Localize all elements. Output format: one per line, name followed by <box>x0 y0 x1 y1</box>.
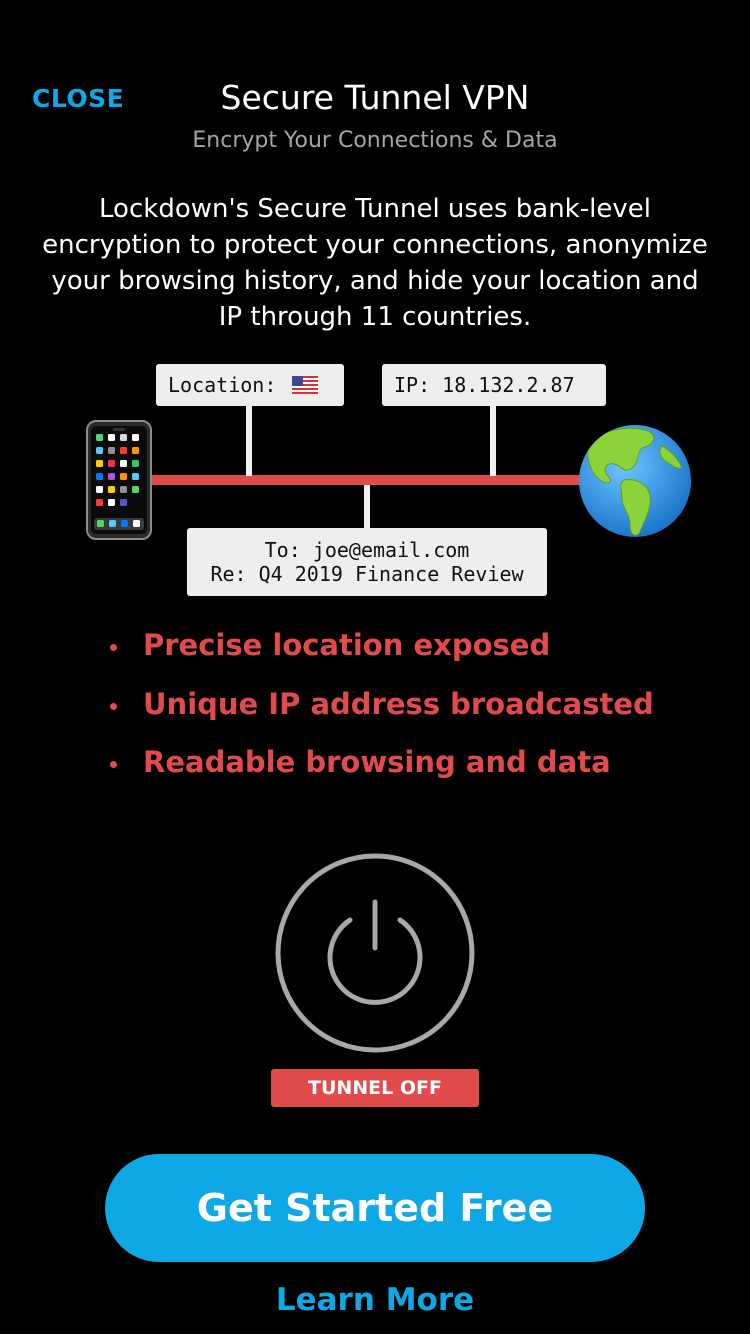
email-label-box: To: joe@email.com Re: Q4 2019 Finance Re… <box>187 528 547 596</box>
ip-connector <box>490 404 496 476</box>
risk-item: Readable browsing and data <box>108 745 654 804</box>
email-connector <box>364 485 370 529</box>
email-subject: Re: Q4 2019 Finance Review <box>210 562 524 586</box>
page-subtitle: Encrypt Your Connections & Data <box>192 128 558 153</box>
exposed-connection-line <box>150 475 585 485</box>
risk-list: Precise location exposed Unique IP addre… <box>108 628 654 804</box>
smartphone-icon <box>86 420 152 544</box>
location-label: Location: <box>168 373 277 397</box>
bullet-dot <box>110 644 117 651</box>
learn-more-link[interactable]: Learn More <box>0 1282 750 1318</box>
page-title: Secure Tunnel VPN <box>220 78 530 117</box>
tunnel-diagram: Location: IP: 18.132.2.87 To: joe@email.… <box>0 360 750 610</box>
bullet-dot <box>110 702 117 710</box>
bullet-dot <box>110 761 117 768</box>
risk-text: Precise location exposed <box>143 628 551 662</box>
tunnel-status-badge: TUNNEL OFF <box>271 1069 479 1107</box>
email-to: To: joe@email.com <box>264 538 470 562</box>
get-started-button[interactable]: Get Started Free <box>105 1154 645 1262</box>
risk-text: Unique IP address broadcasted <box>143 686 654 721</box>
ip-label-box: IP: 18.132.2.87 <box>382 364 606 406</box>
risk-item: Precise location exposed <box>108 628 654 687</box>
ip-label: IP: 18.132.2.87 <box>394 373 575 397</box>
globe-icon <box>578 424 692 542</box>
risk-text: Readable browsing and data <box>143 745 611 779</box>
risk-item: Unique IP address broadcasted <box>108 687 654 746</box>
us-flag-icon <box>292 366 319 408</box>
location-connector <box>246 404 252 476</box>
power-toggle-button[interactable] <box>274 852 476 1054</box>
description-text: Lockdown's Secure Tunnel uses bank-level… <box>42 194 708 332</box>
power-icon <box>275 853 475 1053</box>
location-label-box: Location: <box>156 364 344 406</box>
